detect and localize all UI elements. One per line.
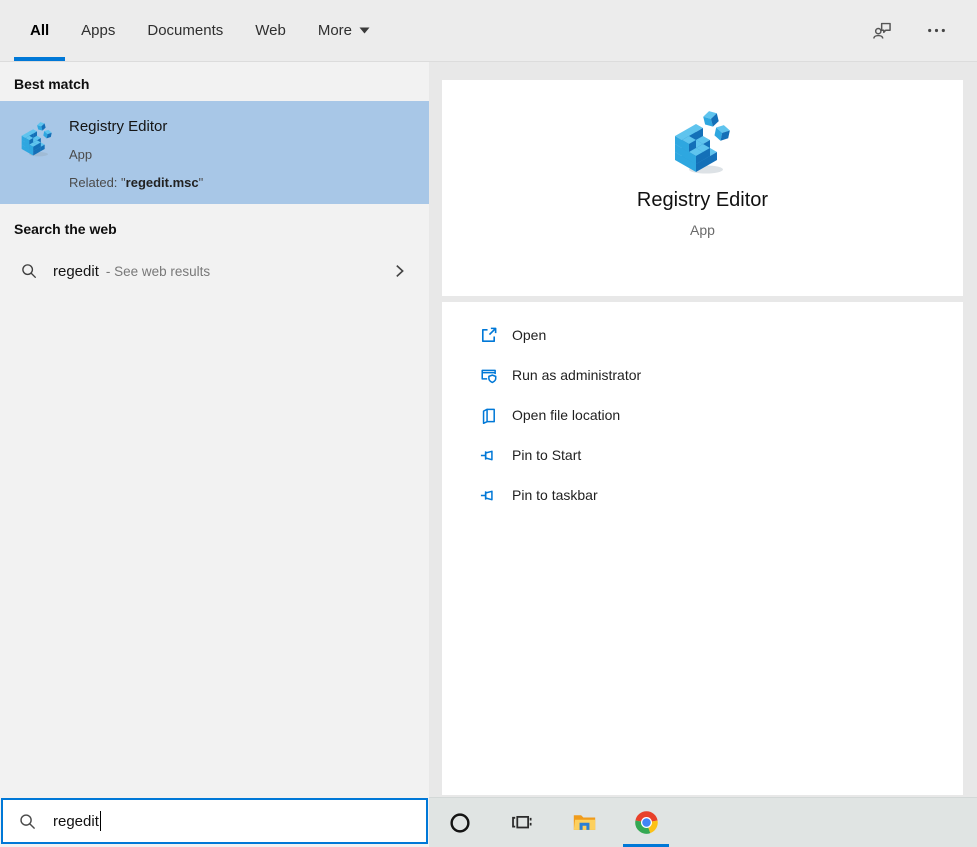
- tab-more-label: More: [317, 22, 353, 39]
- feedback-button[interactable]: [865, 14, 899, 48]
- filter-tabs: All Apps Documents Web More: [14, 0, 386, 61]
- feedback-icon: [872, 20, 893, 41]
- more-options-button[interactable]: [919, 14, 953, 48]
- search-icon: [20, 262, 38, 280]
- best-match-header: Best match: [14, 76, 90, 92]
- app-name: Registry Editor: [636, 189, 769, 211]
- action-open[interactable]: Open: [442, 315, 963, 355]
- task-view-icon: [510, 810, 535, 835]
- app-actions-card: Open Run as administrator Open file loca…: [442, 302, 963, 795]
- action-pin-to-taskbar[interactable]: Pin to taskbar: [442, 475, 963, 515]
- chrome-icon: [633, 809, 660, 836]
- tab-all[interactable]: All: [14, 0, 66, 61]
- pin-icon: [479, 446, 498, 465]
- bottom-bar: regedit: [0, 797, 977, 847]
- chevron-down-icon: [359, 27, 370, 34]
- app-type: App: [690, 222, 715, 238]
- preview-panel: Registry Editor App Open Run as administ…: [429, 62, 977, 797]
- action-open-file-location-label: Open file location: [512, 407, 621, 423]
- search-filter-bar: All Apps Documents Web More: [0, 0, 977, 62]
- topbar-actions: [865, 0, 953, 61]
- chevron-right-icon[interactable]: [392, 262, 407, 280]
- chrome-button[interactable]: [615, 798, 677, 847]
- file-explorer-icon: [571, 809, 598, 836]
- best-match-title: Registry Editor: [69, 118, 168, 135]
- tab-more[interactable]: More: [302, 0, 386, 61]
- search-web-header: Search the web: [14, 221, 117, 237]
- run-as-admin-shield-icon: [479, 366, 498, 385]
- related-match-text: regedit.msc: [125, 175, 199, 190]
- results-panel: Best match Registry Editor App Related: …: [0, 62, 429, 797]
- search-input-value: regedit: [53, 812, 99, 830]
- cortana-icon: [449, 812, 471, 834]
- search-input[interactable]: regedit: [1, 798, 428, 844]
- tab-documents[interactable]: Documents: [131, 0, 239, 61]
- action-pin-to-start[interactable]: Pin to Start: [442, 435, 963, 475]
- tab-all-label: All: [30, 22, 50, 39]
- tab-apps[interactable]: Apps: [65, 0, 131, 61]
- text-caret: [99, 811, 102, 831]
- open-external-icon: [479, 326, 498, 345]
- tab-web[interactable]: Web: [239, 0, 302, 61]
- file-location-icon: [479, 406, 498, 425]
- best-match-type: App: [69, 147, 93, 162]
- action-run-as-administrator[interactable]: Run as administrator: [442, 355, 963, 395]
- app-preview-card: Registry Editor App: [442, 80, 963, 296]
- action-run-as-admin-label: Run as administrator: [512, 367, 642, 383]
- best-match-related: Related: "regedit.msc": [69, 175, 204, 190]
- tab-apps-label: Apps: [81, 22, 116, 39]
- task-view-button[interactable]: [491, 798, 553, 847]
- action-open-label: Open: [512, 327, 547, 343]
- action-pin-to-start-label: Pin to Start: [512, 447, 582, 463]
- registry-editor-icon: [20, 118, 54, 158]
- web-query-text: regedit: [53, 262, 99, 280]
- windows-search-flyout: All Apps Documents Web More Best match R…: [0, 0, 977, 847]
- action-pin-to-taskbar-label: Pin to taskbar: [512, 487, 598, 503]
- taskbar: [429, 797, 977, 847]
- tab-web-label: Web: [255, 22, 286, 39]
- cortana-button[interactable]: [429, 798, 491, 847]
- web-search-result[interactable]: regedit - See web results: [0, 246, 429, 296]
- action-open-file-location[interactable]: Open file location: [442, 395, 963, 435]
- file-explorer-button[interactable]: [553, 798, 615, 847]
- web-hint-text: - See web results: [105, 263, 211, 279]
- ellipsis-icon: [926, 20, 947, 41]
- best-match-result[interactable]: Registry Editor App Related: "regedit.ms…: [0, 101, 429, 204]
- pin-icon: [479, 486, 498, 505]
- search-icon: [18, 812, 37, 831]
- tab-documents-label: Documents: [147, 22, 224, 39]
- registry-editor-icon: [672, 104, 734, 176]
